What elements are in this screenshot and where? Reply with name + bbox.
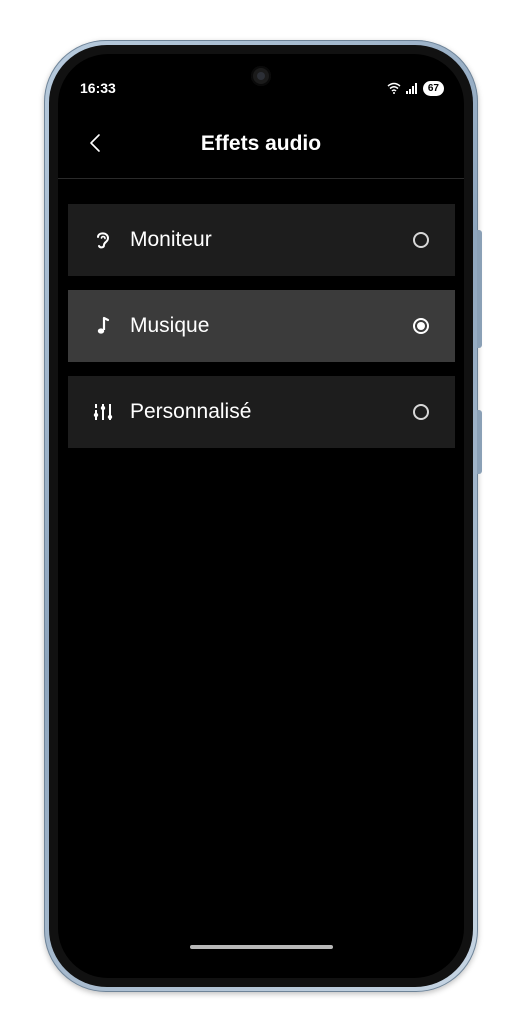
option-label: Personnalisé xyxy=(130,400,252,423)
screen: 16:33 67 Effets audio Moniteur Musique P… xyxy=(58,54,464,978)
audio-effect-options: Moniteur Musique Personnalisé xyxy=(68,204,455,462)
radio-checked[interactable] xyxy=(413,318,429,334)
wifi-icon xyxy=(387,82,401,94)
equalizer-icon xyxy=(93,404,113,420)
option-label: Musique xyxy=(130,314,210,337)
option-label: Moniteur xyxy=(130,228,212,251)
power-button xyxy=(477,410,482,474)
header: Effets audio xyxy=(58,118,464,178)
status-icons: 67 xyxy=(387,80,444,96)
signal-icon xyxy=(405,82,418,94)
radio-unchecked[interactable] xyxy=(413,232,429,248)
header-divider xyxy=(58,178,464,179)
option-moniteur[interactable]: Moniteur xyxy=(68,204,455,276)
front-camera xyxy=(251,66,271,86)
music-note-icon xyxy=(97,316,110,334)
page-title: Effets audio xyxy=(200,132,322,155)
home-indicator[interactable] xyxy=(190,945,333,949)
option-musique[interactable]: Musique xyxy=(68,290,455,362)
battery-badge: 67 xyxy=(422,80,444,96)
radio-unchecked[interactable] xyxy=(413,404,429,420)
status-time: 16:33 xyxy=(80,80,116,96)
ear-icon xyxy=(97,232,110,249)
option-personnalise[interactable]: Personnalisé xyxy=(68,376,455,448)
volume-button xyxy=(477,230,482,348)
